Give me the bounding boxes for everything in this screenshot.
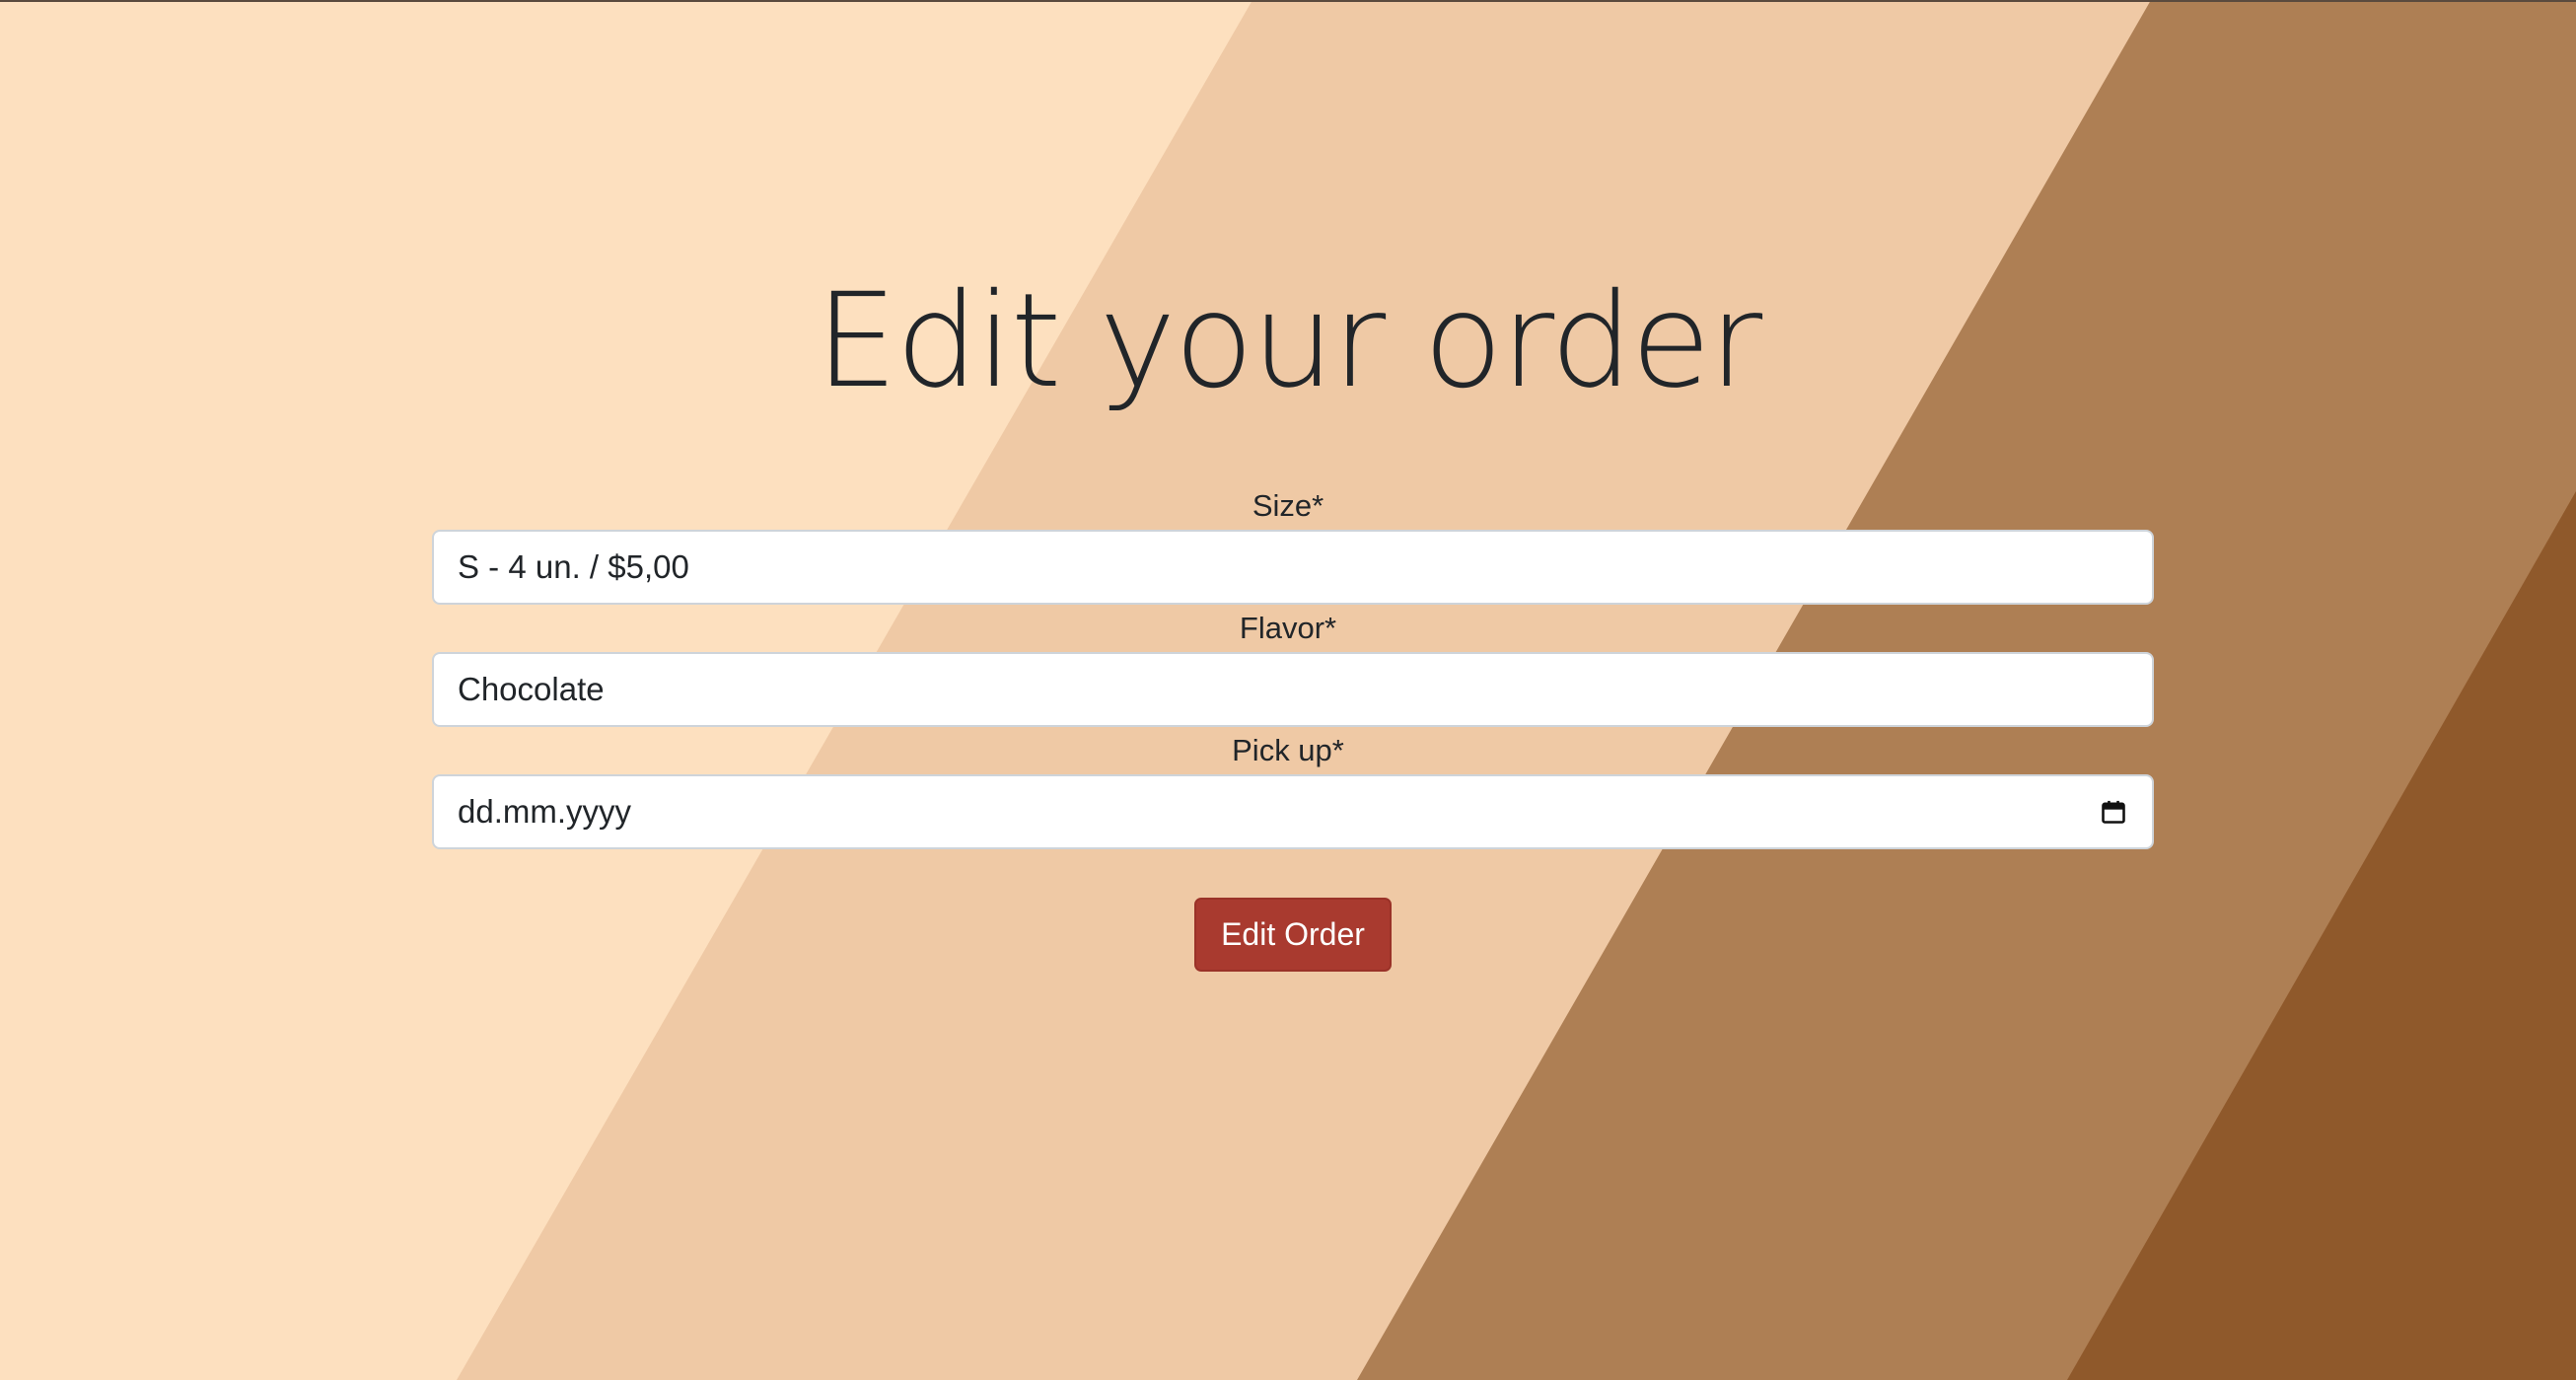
edit-order-button[interactable]: Edit Order [1194, 898, 1392, 972]
size-label: Size* [1252, 488, 1324, 523]
edit-order-page: Edit your order Size* S - 4 un. / $5,00 … [0, 0, 2576, 1380]
flavor-value: Chocolate [458, 671, 605, 707]
pickup-placeholder: dd.mm.yyyy [458, 793, 632, 830]
page-title: Edit your order [815, 265, 1762, 417]
flavor-label: Flavor* [1239, 611, 1337, 645]
size-select[interactable]: S - 4 un. / $5,00 [432, 530, 2154, 605]
calendar-icon[interactable] [2099, 797, 2128, 827]
flavor-select[interactable]: Chocolate [432, 652, 2154, 727]
order-form-container: Edit your order Size* S - 4 un. / $5,00 … [0, 0, 2576, 1380]
size-value: S - 4 un. / $5,00 [458, 548, 689, 585]
pickup-date-input[interactable]: dd.mm.yyyy [432, 774, 2154, 849]
pickup-label: Pick up* [1232, 733, 1344, 767]
top-border [0, 0, 2576, 2]
